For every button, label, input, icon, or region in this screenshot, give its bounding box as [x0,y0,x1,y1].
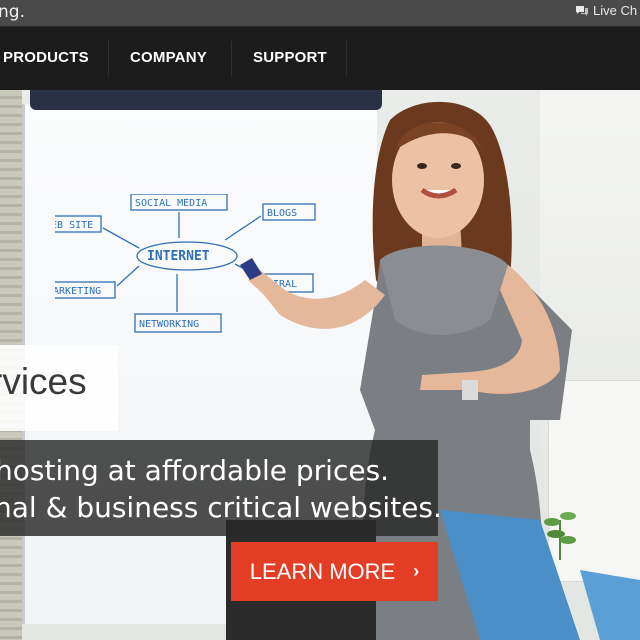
nav-divider [108,41,109,77]
chat-bubble-icon [575,5,589,17]
chevron-right-icon: › [413,561,420,581]
nav-item-support[interactable]: SUPPORT [253,27,327,91]
hero-tagline-line-1: hosting at affordable prices. [0,454,390,487]
hero-title: rvices [0,361,87,402]
nav-item-company[interactable]: COMPANY [130,27,207,91]
learn-more-label: LEARN MORE [249,558,396,584]
hero-tagline-line-2: nal & business critical websites. [0,491,442,524]
site-tagline: ng. [0,2,25,22]
nav-divider [346,41,347,77]
svg-text:NETWORKING: NETWORKING [139,319,199,330]
main-navigation: PRODUCTS COMPANY SUPPORT [0,26,640,91]
svg-text:SOCIAL MEDIA: SOCIAL MEDIA [135,198,207,209]
svg-text:MARKETING: MARKETING [55,286,101,297]
svg-text:WEB SITE: WEB SITE [55,220,93,231]
hero-banner: SOCIAL MEDIA BLOGS WEB SITE INTERNET VIR… [0,90,640,640]
learn-more-button[interactable]: LEARN MORE › [231,542,438,601]
live-chat-link[interactable]: Live Ch [575,3,637,18]
top-utility-bar: ng. Live Ch [0,0,640,26]
nav-item-products[interactable]: PRODUCTS [3,27,89,91]
live-chat-label: Live Ch [593,3,638,18]
nav-divider [231,41,232,77]
